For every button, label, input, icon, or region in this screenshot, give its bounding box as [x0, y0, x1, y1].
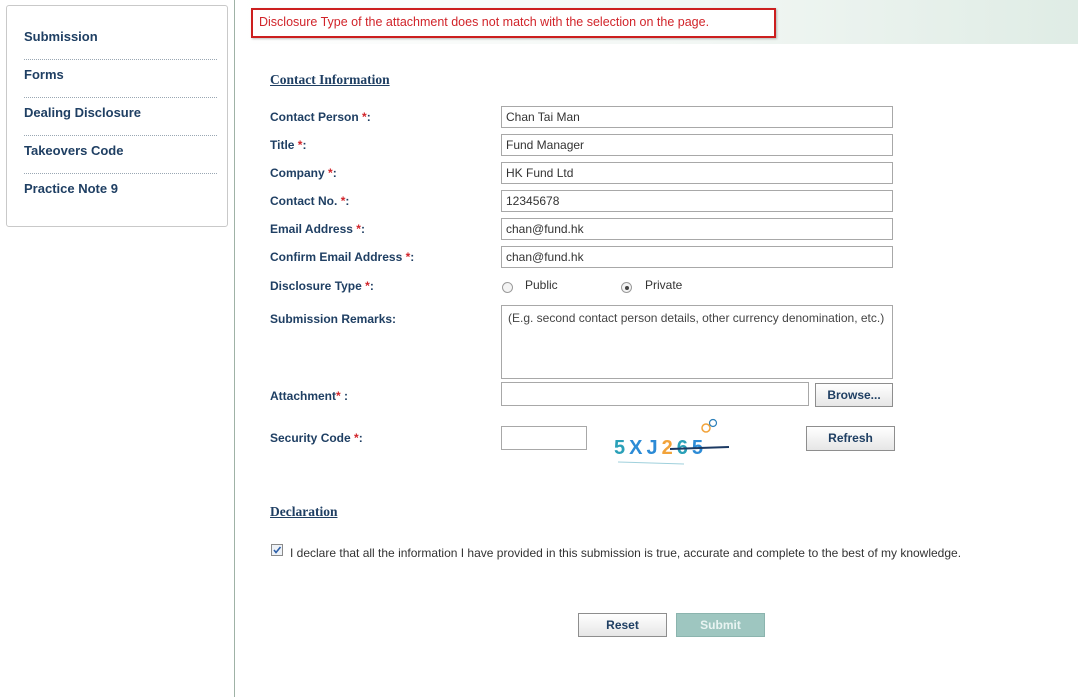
sidebar-item-submission[interactable]: Submission: [24, 22, 217, 60]
sidebar-item-takeovers-code[interactable]: Takeovers Code: [24, 136, 217, 174]
refresh-captcha-button[interactable]: Refresh: [806, 426, 895, 451]
radio-private-label[interactable]: Private: [645, 278, 682, 292]
attachment-file-input[interactable]: [501, 382, 809, 406]
main-divider: [234, 0, 235, 697]
error-message: Disclosure Type of the attachment does n…: [259, 15, 710, 29]
email-label: Email Address *:: [270, 222, 365, 236]
sidebar-nav: Submission Forms Dealing Disclosure Take…: [6, 5, 228, 227]
sidebar-item-practice-note-9[interactable]: Practice Note 9: [24, 174, 217, 212]
confirm-email-input[interactable]: chan@fund.hk: [501, 246, 893, 268]
disclosure-type-label: Disclosure Type *:: [270, 279, 374, 293]
contact-person-input[interactable]: Chan Tai Man: [501, 106, 893, 128]
declaration-text: I declare that all the information I hav…: [290, 546, 962, 560]
company-input[interactable]: HK Fund Ltd: [501, 162, 893, 184]
radio-public[interactable]: [502, 282, 513, 293]
captcha-image: 5XJ265: [614, 418, 730, 465]
radio-public-label[interactable]: Public: [525, 278, 558, 292]
contact-person-label: Contact Person *:: [270, 110, 371, 124]
sidebar-list: Submission Forms Dealing Disclosure Take…: [7, 6, 227, 212]
sidebar-item-forms[interactable]: Forms: [24, 60, 217, 98]
title-input[interactable]: Fund Manager: [501, 134, 893, 156]
error-message-box: Disclosure Type of the attachment does n…: [251, 8, 776, 38]
remarks-textarea[interactable]: (E.g. second contact person details, oth…: [501, 305, 893, 379]
contact-no-label: Contact No. *:: [270, 194, 350, 208]
security-code-input[interactable]: [501, 426, 587, 450]
title-label: Title *:: [270, 138, 307, 152]
reset-button[interactable]: Reset: [578, 613, 667, 637]
contact-section-title: Contact Information: [270, 72, 390, 87]
security-code-label: Security Code *:: [270, 431, 363, 445]
submit-button[interactable]: Submit: [676, 613, 765, 637]
remarks-label: Submission Remarks:: [270, 312, 397, 326]
declaration-section-title: Declaration: [270, 504, 338, 519]
radio-private[interactable]: [621, 282, 632, 293]
confirm-email-label: Confirm Email Address *:: [270, 250, 415, 264]
sidebar-item-dealing-disclosure[interactable]: Dealing Disclosure: [24, 98, 217, 136]
company-label: Company *:: [270, 166, 337, 180]
attachment-label: Attachment* :: [270, 389, 349, 403]
email-input[interactable]: chan@fund.hk: [501, 218, 893, 240]
browse-button[interactable]: Browse...: [815, 383, 893, 407]
contact-no-input[interactable]: 12345678: [501, 190, 893, 212]
